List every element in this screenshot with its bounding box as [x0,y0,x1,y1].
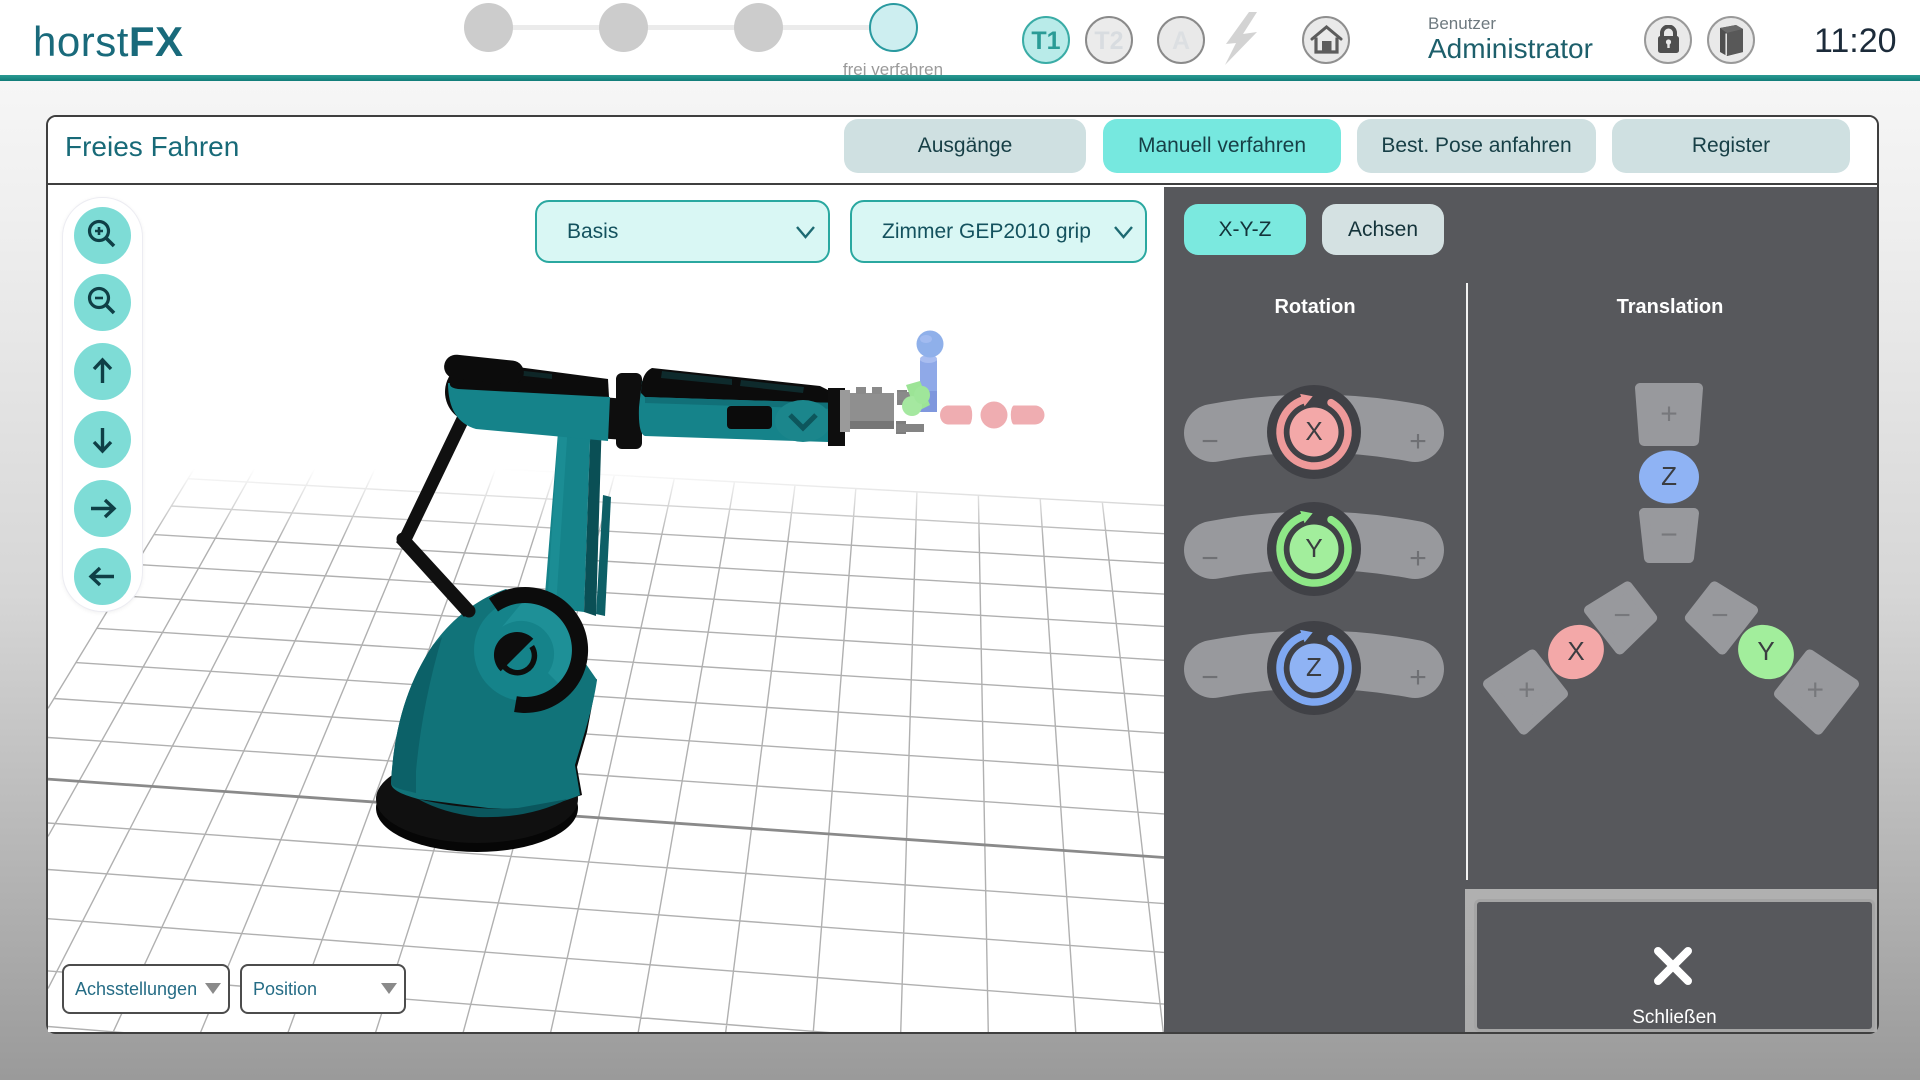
svg-text:−: − [1711,599,1729,632]
svg-text:−: − [1660,518,1678,551]
svg-text:Z: Z [1306,652,1322,682]
svg-text:−: − [1201,661,1219,694]
svg-text:Y: Y [1305,533,1322,563]
svg-text:X: X [1567,636,1584,666]
svg-text:−: − [1201,542,1219,575]
svg-text:+: + [1409,425,1427,458]
svg-text:−: − [1201,425,1219,458]
svg-text:+: + [1806,673,1824,706]
svg-text:Z: Z [1661,461,1677,491]
svg-text:+: + [1409,661,1427,694]
svg-text:Y: Y [1757,636,1774,666]
svg-text:+: + [1518,673,1536,706]
svg-text:+: + [1660,397,1678,430]
svg-text:−: − [1613,599,1631,632]
svg-text:+: + [1409,542,1427,575]
svg-text:X: X [1305,416,1322,446]
